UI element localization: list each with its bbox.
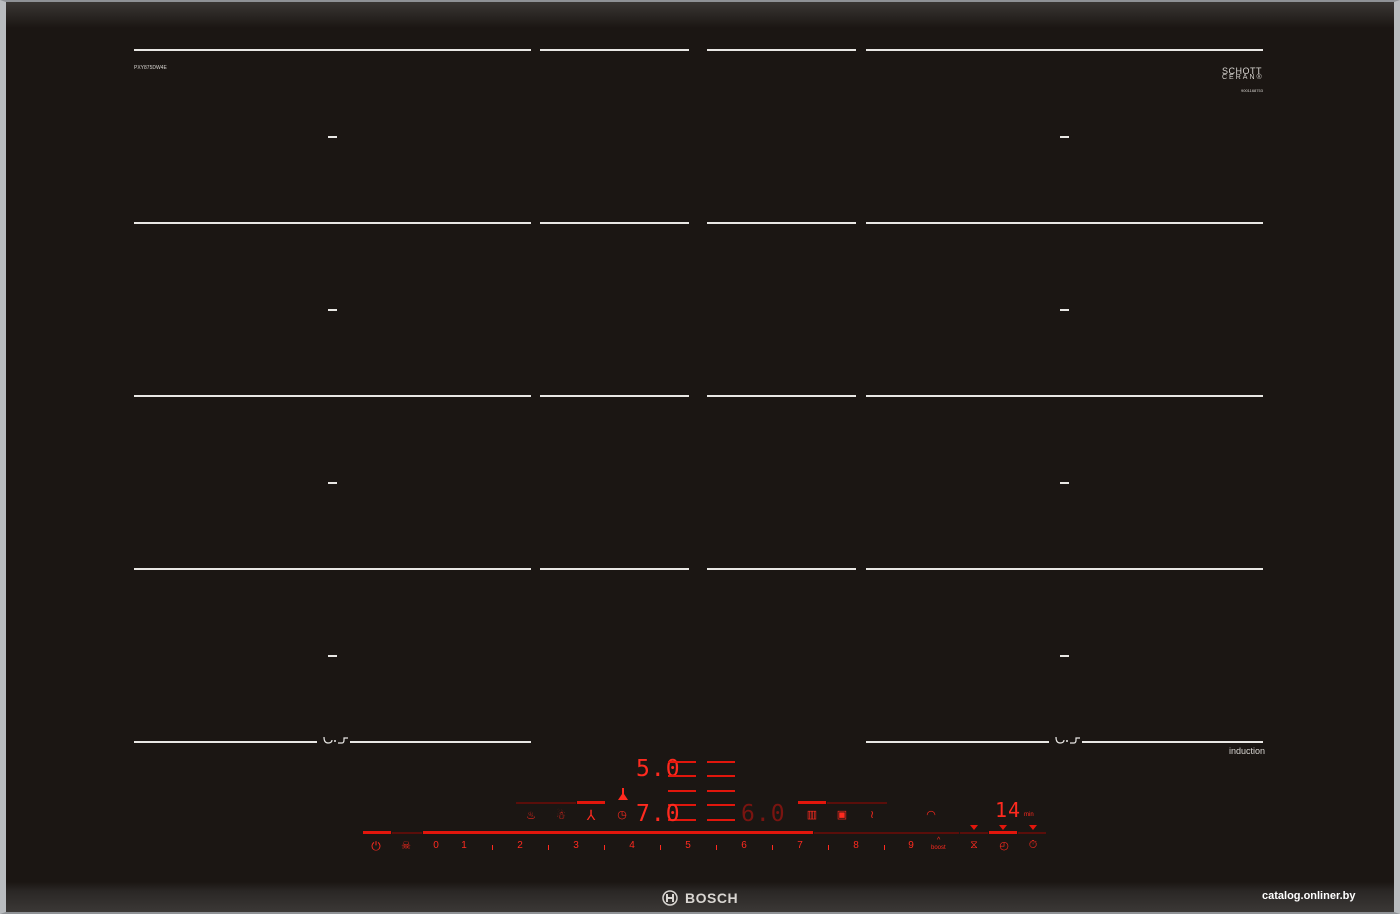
zone-line [866, 741, 1049, 743]
zone-line [707, 222, 856, 224]
scale-tick [716, 845, 717, 850]
top-frame [6, 2, 1394, 28]
level-bar [707, 775, 735, 777]
scale-tick [884, 845, 885, 850]
zone-line [866, 395, 1263, 397]
timer-icon[interactable]: ◴ [995, 839, 1013, 852]
level-bar [707, 761, 735, 763]
scale-number[interactable]: 8 [848, 840, 864, 851]
ceran-logo: CERAN® [1222, 74, 1264, 81]
pot-icon[interactable]: ♨ [522, 809, 540, 822]
timer-track [960, 832, 988, 834]
flex-zone-icon [323, 736, 348, 744]
scale-number[interactable]: 1 [456, 840, 472, 851]
model-code: PXY875DW4E [134, 65, 167, 71]
timer-track [1018, 832, 1046, 834]
scale-tick [492, 845, 493, 850]
boost-button[interactable]: boost [931, 845, 946, 851]
timer-indicator [1029, 825, 1037, 830]
scale-tick [660, 845, 661, 850]
watermark: catalog.onliner.by [1262, 890, 1356, 902]
induction-label: induction [1229, 746, 1266, 756]
brand-name: BOSCH [685, 890, 739, 906]
scale-number[interactable]: 2 [512, 840, 528, 851]
zone-line [707, 568, 856, 570]
zone-line [540, 49, 689, 51]
move-function-icon[interactable]: ▣ [833, 808, 851, 821]
wifi-icon[interactable]: ◠ [922, 808, 940, 821]
scale-number[interactable]: 6 [736, 840, 752, 851]
hood-icon [618, 788, 628, 800]
zone-center-mark [328, 136, 337, 138]
frying-sensor-icon[interactable]: ☃ [552, 809, 570, 822]
scale-tick [772, 845, 773, 850]
zone-center-mark [328, 655, 337, 657]
scale-number[interactable]: 7 [792, 840, 808, 851]
zone-line [350, 741, 531, 743]
zone-line [134, 741, 317, 743]
level-bar [707, 804, 735, 806]
flex-zone-icon[interactable]: ≀ [863, 808, 881, 821]
zone-center-mark [1060, 136, 1069, 138]
timer-indicator [970, 825, 978, 830]
level-bar [707, 790, 735, 792]
zone-line [707, 49, 856, 51]
level-bar [707, 819, 735, 821]
scale-tick [828, 845, 829, 850]
timer-indicator [999, 825, 1007, 830]
keep-warm-icon[interactable]: ▥ [803, 808, 821, 821]
timer-unit: min [1024, 812, 1034, 818]
zone-line [134, 222, 531, 224]
timer-slider-fill[interactable] [989, 831, 1017, 834]
hourglass-icon[interactable]: ⧖ [965, 839, 983, 852]
right-zone-display: 6.0 [741, 801, 786, 827]
segment-bar [827, 802, 887, 804]
scale-number[interactable]: 0 [428, 840, 444, 851]
zone-line [866, 49, 1263, 51]
scale-number[interactable]: 4 [624, 840, 640, 851]
serial-code: 9001168753 [1241, 88, 1263, 93]
power-button-bar [363, 831, 391, 834]
cooktop-glass [0, 0, 1400, 914]
zone-line [540, 395, 689, 397]
boost-arrow-icon: ^ [937, 837, 941, 844]
slider-track [392, 832, 422, 834]
scale-tick [548, 845, 549, 850]
zone-line [540, 568, 689, 570]
segment-bar [516, 802, 576, 804]
zone-center-mark [328, 309, 337, 311]
scale-number[interactable]: 3 [568, 840, 584, 851]
zone-line [1082, 741, 1263, 743]
zone-center-mark [1060, 655, 1069, 657]
scale-tick [604, 845, 605, 850]
clock-icon[interactable]: ◷ [613, 808, 631, 821]
zone-line [866, 222, 1263, 224]
zone-center-mark [1060, 482, 1069, 484]
child-lock-icon[interactable]: ☠ [397, 839, 415, 852]
level-bar [668, 775, 696, 777]
zone-line [134, 49, 531, 51]
stopwatch-icon[interactable]: ⏱ [1024, 839, 1042, 852]
zone-line [134, 568, 531, 570]
timer-display: 14 [995, 798, 1022, 822]
zone-line [134, 395, 531, 397]
left-zone-display: 7.0 [636, 801, 681, 827]
zone-line [707, 395, 856, 397]
level-bar [668, 790, 696, 792]
scale-number[interactable]: 5 [680, 840, 696, 851]
segment-bar-active [798, 801, 826, 804]
zone-line [540, 222, 689, 224]
bosch-logo-icon [662, 890, 678, 906]
zone-center-mark [1060, 309, 1069, 311]
segment-bar-active [577, 801, 605, 804]
zone-center-mark [328, 482, 337, 484]
power-icon[interactable]: ⏻ [367, 839, 385, 854]
level-bar [668, 761, 696, 763]
zone-line [866, 568, 1263, 570]
power-slider-fill[interactable] [423, 831, 813, 834]
flex-zone-icon [1055, 736, 1080, 744]
slider-track [814, 832, 959, 834]
hood-fan-icon[interactable]: ⅄ [582, 807, 600, 824]
scale-number[interactable]: 9 [903, 840, 919, 851]
